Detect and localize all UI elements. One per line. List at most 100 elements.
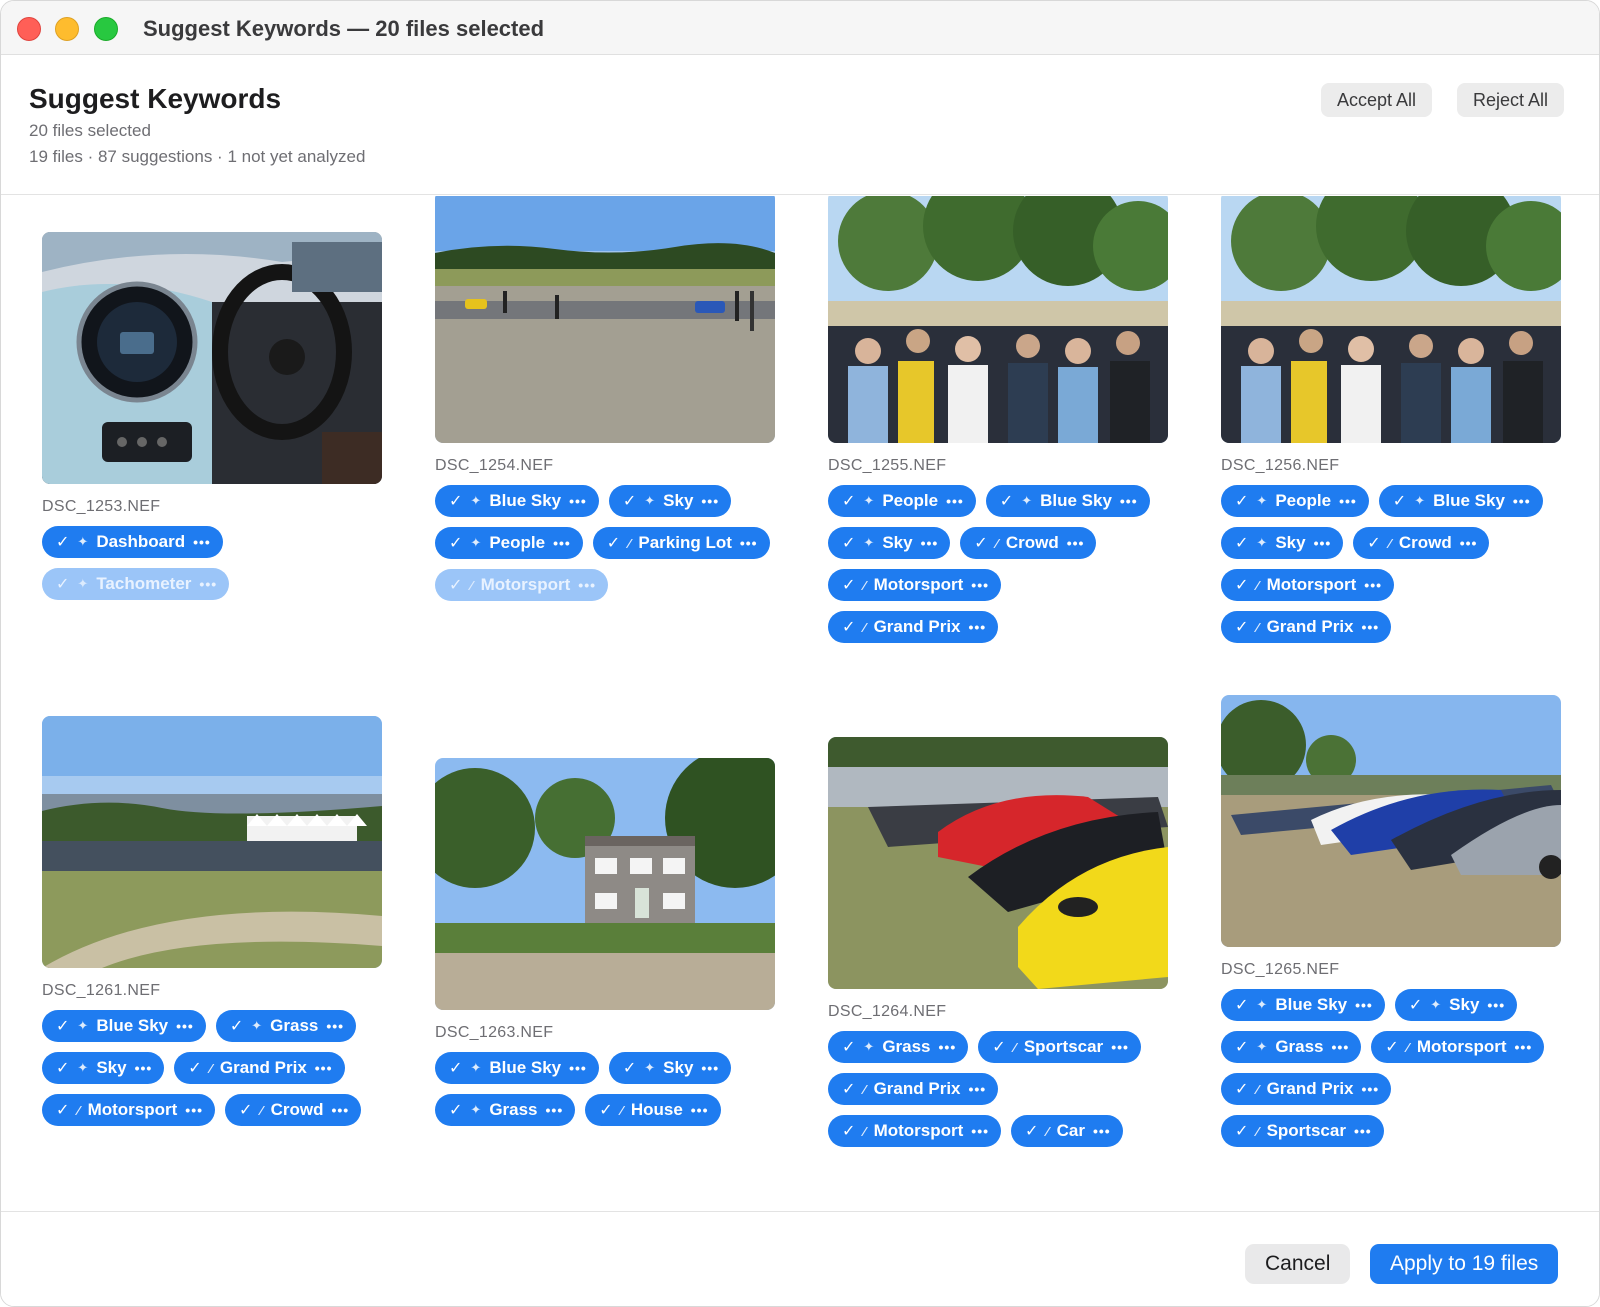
photo-thumbnail[interactable]	[828, 737, 1168, 989]
more-options-icon[interactable]: •••	[569, 493, 587, 509]
checkmark-icon[interactable]: ✓	[56, 1016, 69, 1036]
keyword-chip[interactable]: ✓ ⁄ House •••	[585, 1094, 721, 1126]
more-options-icon[interactable]: •••	[1362, 619, 1380, 635]
keyword-chip[interactable]: ✓ ✦ Grass •••	[828, 1031, 969, 1063]
checkmark-icon[interactable]: ✓	[623, 1058, 636, 1078]
keyword-chip[interactable]: ✓ ✦ Sky •••	[1394, 989, 1518, 1021]
keyword-chip[interactable]: ✓ ✦ Blue Sky •••	[1378, 485, 1543, 517]
checkmark-icon[interactable]: ✓	[1000, 491, 1013, 511]
more-options-icon[interactable]: •••	[1339, 493, 1357, 509]
more-options-icon[interactable]: •••	[135, 1060, 153, 1076]
checkmark-icon[interactable]: ✓	[1025, 1121, 1038, 1141]
checkmark-icon[interactable]: ✓	[449, 533, 462, 553]
more-options-icon[interactable]: •••	[1364, 577, 1382, 593]
more-options-icon[interactable]: •••	[569, 1060, 587, 1076]
more-options-icon[interactable]: •••	[1120, 493, 1138, 509]
keyword-chip[interactable]: ✓ ⁄ Motorsport •••	[828, 1115, 1002, 1147]
keyword-chip[interactable]: ✓ ⁄ Motorsport •••	[42, 1094, 216, 1126]
checkmark-icon[interactable]: ✓	[1235, 491, 1248, 511]
checkmark-icon[interactable]: ✓	[230, 1016, 243, 1036]
keyword-chip[interactable]: ✓ ✦ Blue Sky •••	[435, 485, 599, 517]
accept-all-button[interactable]: Accept All	[1321, 83, 1433, 117]
keyword-chip[interactable]: ✓ ⁄ Motorsport •••	[1221, 569, 1395, 601]
more-options-icon[interactable]: •••	[921, 535, 939, 551]
more-options-icon[interactable]: •••	[315, 1060, 333, 1076]
keyword-chip[interactable]: ✓ ⁄ Crowd •••	[960, 527, 1097, 559]
keyword-chip[interactable]: ✓ ✦ Blue Sky •••	[435, 1052, 599, 1084]
more-options-icon[interactable]: •••	[969, 619, 987, 635]
more-options-icon[interactable]: •••	[1487, 997, 1505, 1013]
keyword-chip[interactable]: ✓ ✦ Sky •••	[608, 1052, 732, 1084]
checkmark-icon[interactable]: ✓	[1235, 1037, 1248, 1057]
keyword-chip[interactable]: ✓ ⁄ Grand Prix •••	[1221, 611, 1392, 643]
checkmark-icon[interactable]: ✓	[842, 1037, 855, 1057]
checkmark-icon[interactable]: ✓	[449, 1058, 462, 1078]
photo-thumbnail[interactable]	[828, 196, 1168, 443]
checkmark-icon[interactable]: ✓	[449, 575, 462, 595]
checkmark-icon[interactable]: ✓	[842, 1079, 855, 1099]
keyword-chip[interactable]: ✓ ✦ People •••	[1221, 485, 1369, 517]
checkmark-icon[interactable]: ✓	[607, 533, 620, 553]
photo-thumbnail[interactable]	[42, 716, 382, 968]
more-options-icon[interactable]: •••	[971, 577, 989, 593]
checkmark-icon[interactable]: ✓	[842, 491, 855, 511]
more-options-icon[interactable]: •••	[701, 493, 719, 509]
photo-thumbnail[interactable]	[1221, 196, 1561, 443]
more-options-icon[interactable]: •••	[1111, 1039, 1129, 1055]
checkmark-icon[interactable]: ✓	[842, 533, 855, 553]
keyword-chip[interactable]: ✓ ✦ Sky •••	[1221, 527, 1344, 559]
apply-button[interactable]: Apply to 19 files	[1370, 1244, 1559, 1284]
keyword-chip[interactable]: ✓ ⁄ Motorsport •••	[828, 569, 1002, 601]
more-options-icon[interactable]: •••	[1460, 535, 1478, 551]
more-options-icon[interactable]: •••	[326, 1018, 344, 1034]
keyword-chip[interactable]: ✓ ✦ Grass •••	[1221, 1031, 1362, 1063]
file-grid[interactable]: DSC_1253.NEF ✓ ✦ Dashboard ••• ✓ ✦ Tachometer ••…	[1, 196, 1599, 1211]
more-options-icon[interactable]: •••	[1332, 1039, 1350, 1055]
checkmark-icon[interactable]: ✓	[842, 575, 855, 595]
more-options-icon[interactable]: •••	[1362, 1081, 1380, 1097]
keyword-chip[interactable]: ✓ ✦ Tachometer •••	[42, 568, 230, 600]
more-options-icon[interactable]: •••	[691, 1102, 709, 1118]
more-options-icon[interactable]: •••	[1067, 535, 1085, 551]
more-options-icon[interactable]: •••	[1513, 493, 1531, 509]
more-options-icon[interactable]: •••	[331, 1102, 349, 1118]
checkmark-icon[interactable]: ✓	[56, 1100, 69, 1120]
checkmark-icon[interactable]: ✓	[623, 491, 636, 511]
keyword-chip[interactable]: ✓ ⁄ Parking Lot •••	[592, 527, 770, 559]
keyword-chip[interactable]: ✓ ✦ People •••	[828, 485, 976, 517]
checkmark-icon[interactable]: ✓	[599, 1100, 612, 1120]
keyword-chip[interactable]: ✓ ✦ Blue Sky •••	[42, 1010, 206, 1042]
checkmark-icon[interactable]: ✓	[1409, 995, 1422, 1015]
keyword-chip[interactable]: ✓ ⁄ Grand Prix •••	[1221, 1073, 1392, 1105]
photo-thumbnail[interactable]	[42, 232, 382, 484]
checkmark-icon[interactable]: ✓	[56, 532, 69, 552]
keyword-chip[interactable]: ✓ ⁄ Grand Prix •••	[828, 611, 999, 643]
more-options-icon[interactable]: •••	[185, 1102, 203, 1118]
keyword-chip[interactable]: ✓ ⁄ Car •••	[1011, 1115, 1123, 1147]
keyword-chip[interactable]: ✓ ✦ Sky •••	[42, 1052, 165, 1084]
more-options-icon[interactable]: •••	[546, 1102, 564, 1118]
checkmark-icon[interactable]: ✓	[1235, 995, 1248, 1015]
more-options-icon[interactable]: •••	[553, 535, 571, 551]
keyword-chip[interactable]: ✓ ⁄ Grand Prix •••	[174, 1052, 345, 1084]
checkmark-icon[interactable]: ✓	[188, 1058, 201, 1078]
more-options-icon[interactable]: •••	[1515, 1039, 1533, 1055]
keyword-chip[interactable]: ✓ ✦ Grass •••	[215, 1010, 357, 1042]
more-options-icon[interactable]: •••	[199, 576, 217, 592]
keyword-chip[interactable]: ✓ ✦ Sky •••	[608, 485, 732, 517]
more-options-icon[interactable]: •••	[971, 1123, 989, 1139]
keyword-chip[interactable]: ✓ ⁄ Sportscar •••	[1221, 1115, 1384, 1147]
more-options-icon[interactable]: •••	[176, 1018, 194, 1034]
checkmark-icon[interactable]: ✓	[239, 1100, 252, 1120]
zoom-window-button[interactable]	[94, 17, 118, 41]
more-options-icon[interactable]: •••	[1355, 997, 1373, 1013]
keyword-chip[interactable]: ✓ ✦ Sky •••	[828, 527, 951, 559]
keyword-chip[interactable]: ✓ ✦ Blue Sky •••	[985, 485, 1150, 517]
checkmark-icon[interactable]: ✓	[1235, 1121, 1248, 1141]
photo-thumbnail[interactable]	[1221, 695, 1561, 947]
checkmark-icon[interactable]: ✓	[449, 491, 462, 511]
checkmark-icon[interactable]: ✓	[1235, 575, 1248, 595]
minimize-window-button[interactable]	[55, 17, 79, 41]
more-options-icon[interactable]: •••	[946, 493, 964, 509]
cancel-button[interactable]: Cancel	[1245, 1244, 1351, 1284]
